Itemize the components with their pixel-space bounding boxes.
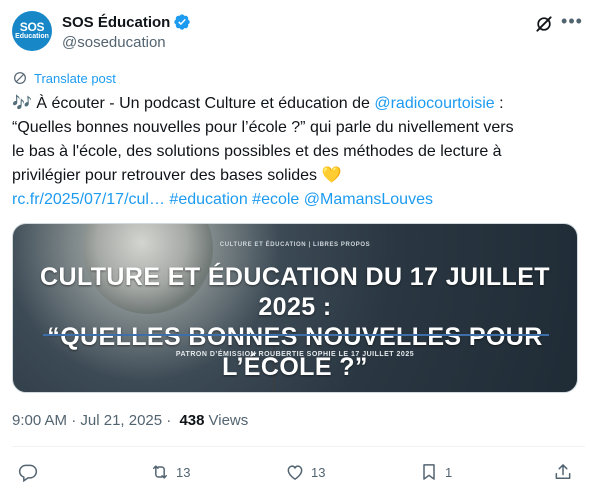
yellow-heart-emoji-icon: 💛 [321,167,342,184]
meta-separator: · [162,412,176,429]
hashtag-ecole[interactable]: #ecole [252,191,299,208]
post-url-link[interactable]: rc.fr/2025/07/17/cul… [12,191,165,208]
post-text-segment: privilégier pour retrouver des bases sol… [12,167,322,184]
like-button[interactable]: 13 [285,458,325,486]
post-meta: 9:00 AM · Jul 21, 2025 · 438 Views [12,412,248,429]
card-tag: CULTURE ET ÉDUCATION | LIBRES PROPOS [219,242,371,248]
hashtag-education[interactable]: #education [169,191,247,208]
grok-icon[interactable] [534,14,554,34]
views-label: Views [208,412,249,429]
music-notes-emoji-icon: 🎶 [12,95,32,112]
heart-icon [287,465,303,480]
post-line-1: 🎶 À écouter - Un podcast Culture et éduc… [12,92,582,116]
translate-label[interactable]: Translate post [34,71,116,86]
meta-separator: · [67,412,81,429]
translate-post-link[interactable]: Translate post [12,70,116,86]
share-button[interactable] [553,458,573,486]
link-preview-card[interactable]: CULTURE ET ÉDUCATION | LIBRES PROPOS CUL… [12,223,578,393]
post-text: 🎶 À écouter - Un podcast Culture et éduc… [12,92,582,212]
reply-button[interactable] [18,458,38,486]
author-name-row[interactable]: SOS Éducation [62,13,191,31]
author-name[interactable]: SOS Éducation [62,14,170,31]
repost-button[interactable]: 13 [150,458,190,486]
post-line-2: “Quelles bonnes nouvelles pour l’école ?… [12,119,514,136]
share-icon [555,464,571,479]
post-header: SOS Education SOS Éducation @soseducatio… [12,10,587,58]
post-line-4: privilégier pour retrouver des bases sol… [12,164,582,188]
bookmark-button[interactable]: 1 [419,458,452,486]
post-time[interactable]: 9:00 AM [12,412,67,429]
repost-icon [153,465,167,479]
post-date[interactable]: Jul 21, 2025 [80,412,162,429]
mention-mamanslouves[interactable]: @MamansLouves [304,191,433,208]
views-count: 438 [179,412,205,429]
card-divider [43,334,549,336]
post-line-5: rc.fr/2025/07/17/cul… #education #ecole … [12,188,582,212]
card-subtitle: PATRON D’ÉMISSION ROUBERTIE SOPHIE LE 17… [175,351,415,358]
mention-radiocourtoisie[interactable]: @radiocourtoisie [374,95,494,112]
avatar-text-top: SOS [19,19,45,34]
translate-icon [14,72,26,84]
avatar-text-bottom: Education [15,32,49,40]
bookmark-icon [423,464,435,480]
repost-count: 13 [176,464,191,480]
author-handle[interactable]: @soseducation [62,34,166,51]
post-text-segment: : [494,95,504,112]
post-text-segment: À écouter - Un podcast Culture et éducat… [31,95,375,112]
like-count: 13 [311,464,326,480]
card-title: CULTURE ET ÉDUCATION DU 17 JUILLET 2025 … [13,262,577,382]
divider [12,446,585,447]
action-bar: 13 13 1 [0,458,597,488]
avatar[interactable]: SOS Education [12,11,52,51]
reply-icon [18,464,38,482]
bookmark-count: 1 [445,464,453,480]
post-line-3: le bas à l'école, des solutions possible… [12,143,502,160]
card-title-line-1: CULTURE ET ÉDUCATION DU 17 JUILLET 2025 … [40,263,550,321]
verified-badge-icon[interactable] [173,13,191,31]
more-options-icon[interactable]: ••• [559,12,585,34]
